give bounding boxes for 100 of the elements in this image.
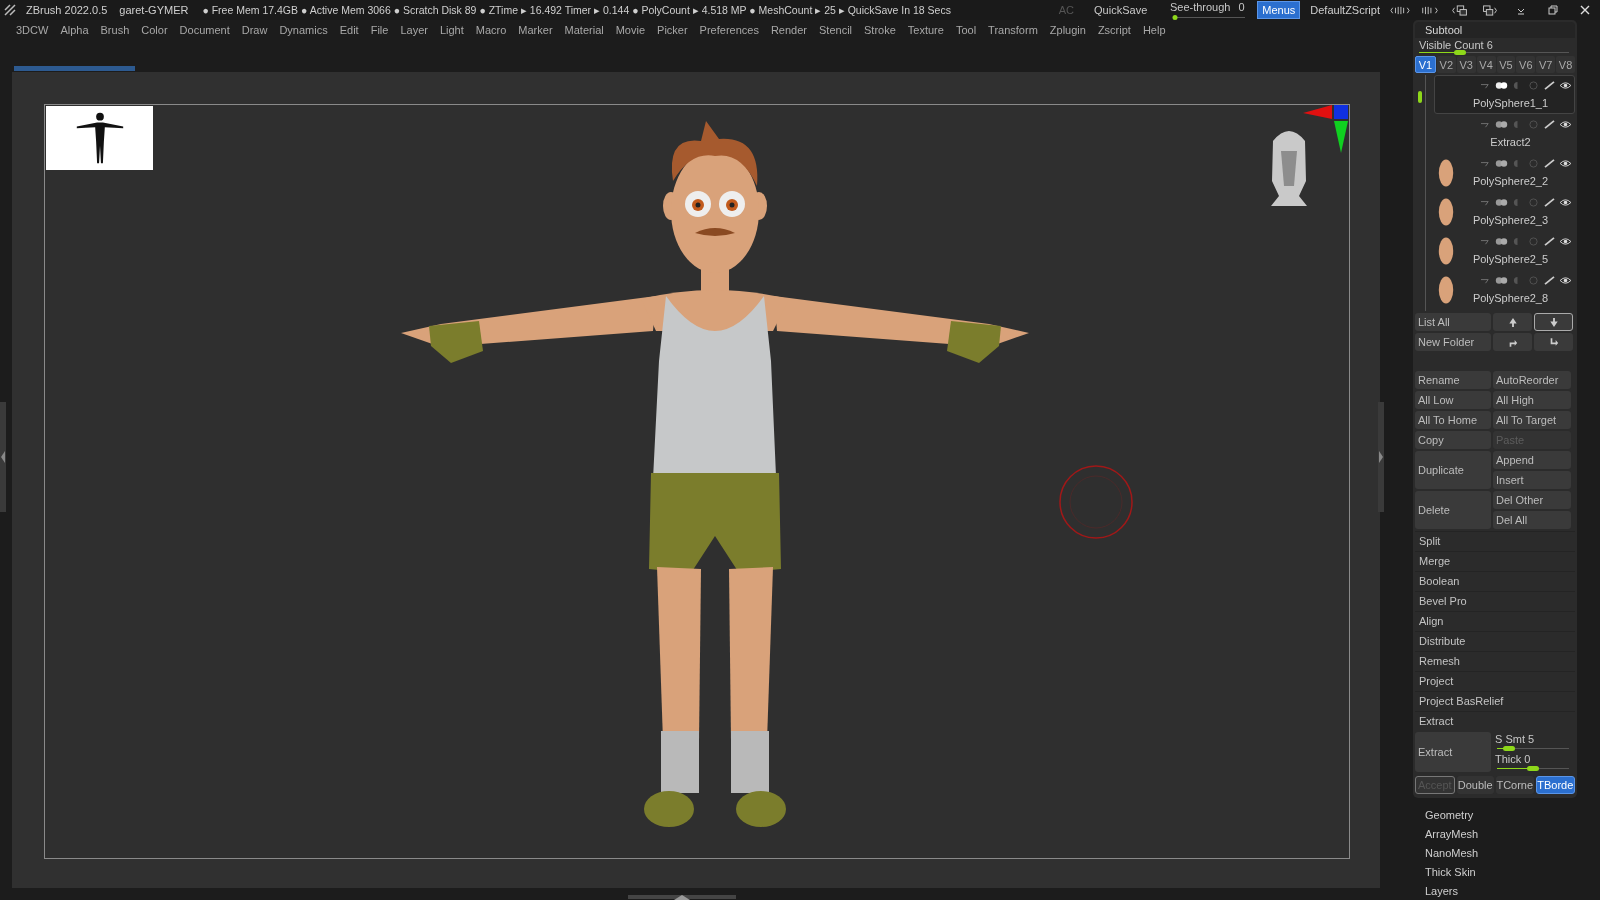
move-down-button[interactable] [1534, 313, 1573, 331]
subtool-item[interactable]: PolySphere2_3 [1434, 192, 1575, 231]
menu-item[interactable]: File [364, 20, 395, 40]
visible-count-slider[interactable]: Visible Count 6 [1415, 38, 1575, 56]
menu-item[interactable]: Dynamics [273, 20, 334, 40]
toggle-icon[interactable] [1495, 119, 1508, 129]
menu-item[interactable]: Light [433, 20, 470, 40]
windows-icon[interactable] [1450, 4, 1470, 16]
toggle-icon[interactable] [1495, 80, 1508, 90]
subtool-button[interactable]: Del Other [1493, 491, 1571, 509]
folder-arrow-button[interactable] [1493, 333, 1532, 351]
tool-menu-item[interactable]: Bevel Pro [1415, 591, 1575, 611]
menu-item[interactable]: Color [135, 20, 174, 40]
new-folder-button[interactable]: New Folder [1415, 333, 1491, 351]
subpalette-item[interactable]: Thick Skin [1413, 863, 1583, 882]
see-through-slider[interactable]: See-through 0 [1167, 1, 1248, 19]
subtool-item[interactable]: PolySphere2_5 [1434, 231, 1575, 270]
subtool-item[interactable]: PolySphere1_1 [1434, 75, 1575, 114]
toggle-icon[interactable] [1495, 236, 1508, 246]
menu-item[interactable]: Material [558, 20, 610, 40]
menu-item[interactable]: Preferences [693, 20, 765, 40]
menu-item[interactable]: Brush [94, 20, 136, 40]
list-all-button[interactable]: List All [1415, 313, 1491, 331]
version-tab[interactable]: V6 [1516, 56, 1536, 73]
menu-item[interactable]: Zscript [1091, 20, 1137, 40]
menu-item[interactable]: Texture [901, 20, 950, 40]
collapse-handle-icon[interactable] [628, 894, 736, 900]
subtool-button[interactable]: Duplicate [1415, 451, 1491, 489]
tool-menu-item[interactable]: Remesh [1415, 651, 1575, 671]
version-tab[interactable]: V2 [1436, 56, 1456, 73]
toggle-icon[interactable] [1495, 275, 1508, 285]
extract-slider[interactable]: Thick 0 [1493, 752, 1575, 772]
subtool-item[interactable]: Extract2 [1434, 114, 1575, 153]
subtool-button[interactable]: All High [1493, 391, 1571, 409]
version-tab[interactable]: V5 [1496, 56, 1516, 73]
subtool-button[interactable]: Copy [1415, 431, 1491, 449]
tool-menu-item[interactable]: Distribute [1415, 631, 1575, 651]
brush-icon[interactable] [1543, 119, 1556, 129]
menu-item[interactable]: Help [1136, 20, 1172, 40]
menu-item[interactable]: Render [764, 20, 813, 40]
head-gizmo-drawing[interactable] [1271, 131, 1307, 206]
brush-icon[interactable] [1543, 197, 1556, 207]
menu-item[interactable]: Edit [333, 20, 365, 40]
menu-item[interactable]: Stencil [813, 20, 859, 40]
menu-item[interactable]: Alpha [54, 20, 95, 40]
menu-item[interactable]: Stroke [858, 20, 902, 40]
eye-icon[interactable] [1559, 236, 1572, 246]
move-up-button[interactable] [1493, 313, 1532, 331]
subtool-item[interactable]: PolySphere2_8 [1434, 270, 1575, 309]
quicksave-button[interactable]: QuickSave [1084, 4, 1158, 16]
collapse-handle-icon[interactable] [1378, 402, 1384, 512]
version-tab[interactable]: V4 [1476, 56, 1496, 73]
toggle-icon[interactable] [1495, 197, 1508, 207]
subpalette-item[interactable]: Layers [1413, 882, 1583, 900]
extract-header[interactable]: Extract [1415, 711, 1575, 731]
collapse-handle-icon[interactable] [0, 402, 6, 512]
extract-slider[interactable]: S Smt 5 [1493, 732, 1575, 752]
subtool-button[interactable]: Insert [1493, 471, 1571, 489]
subtool-button[interactable]: Append [1493, 451, 1571, 469]
version-tab[interactable]: V7 [1536, 56, 1556, 73]
brush-icon[interactable] [1543, 158, 1556, 168]
subtool-button[interactable]: All To Home [1415, 411, 1491, 429]
eye-icon[interactable] [1559, 197, 1572, 207]
menu-item[interactable]: Layer [394, 20, 434, 40]
menu-item[interactable]: Marker [512, 20, 559, 40]
menu-item[interactable]: Document [173, 20, 236, 40]
subtool-item[interactable]: PolySphere2_2 [1434, 153, 1575, 192]
folder-arrow-button[interactable] [1534, 333, 1573, 351]
menu-item[interactable]: Macro [469, 20, 513, 40]
subtool-button[interactable]: All To Target [1493, 411, 1571, 429]
brush-icon[interactable] [1543, 236, 1556, 246]
panel-title[interactable]: Subtool [1415, 22, 1575, 38]
subpalette-item[interactable]: Geometry [1413, 806, 1583, 825]
version-tab[interactable]: V8 [1556, 56, 1575, 73]
bars-icon[interactable] [1420, 4, 1440, 16]
subtool-button[interactable]: Delete [1415, 491, 1491, 529]
menu-item[interactable]: Movie [609, 20, 652, 40]
eye-icon[interactable] [1559, 119, 1572, 129]
extract-option-button[interactable]: TBorde [1535, 776, 1575, 794]
version-tab[interactable]: V1 [1415, 56, 1436, 73]
menu-item[interactable]: Tool [949, 20, 983, 40]
toggle-icon[interactable] [1495, 158, 1508, 168]
tool-menu-item[interactable]: Project [1415, 671, 1575, 691]
brush-icon[interactable] [1543, 80, 1556, 90]
subtool-button[interactable]: All Low [1415, 391, 1491, 409]
restore-icon[interactable] [1548, 5, 1558, 15]
menu-item[interactable]: Transform [982, 20, 1044, 40]
subtool-button[interactable]: AutoReorder [1493, 371, 1571, 389]
tool-menu-item[interactable]: Split [1415, 531, 1575, 551]
windows-icon[interactable] [1480, 4, 1500, 16]
menus-button[interactable]: Menus [1257, 1, 1301, 19]
subpalette-item[interactable]: NanoMesh [1413, 844, 1583, 863]
subtool-button[interactable]: Rename [1415, 371, 1491, 389]
menu-item[interactable]: Picker [651, 20, 694, 40]
menu-item[interactable]: Draw [235, 20, 274, 40]
eye-icon[interactable] [1559, 275, 1572, 285]
extract-button[interactable]: Extract [1415, 732, 1491, 772]
brush-icon[interactable] [1543, 275, 1556, 285]
tool-menu-item[interactable]: Project BasRelief [1415, 691, 1575, 711]
extract-option-button[interactable]: TCorne [1496, 776, 1534, 794]
